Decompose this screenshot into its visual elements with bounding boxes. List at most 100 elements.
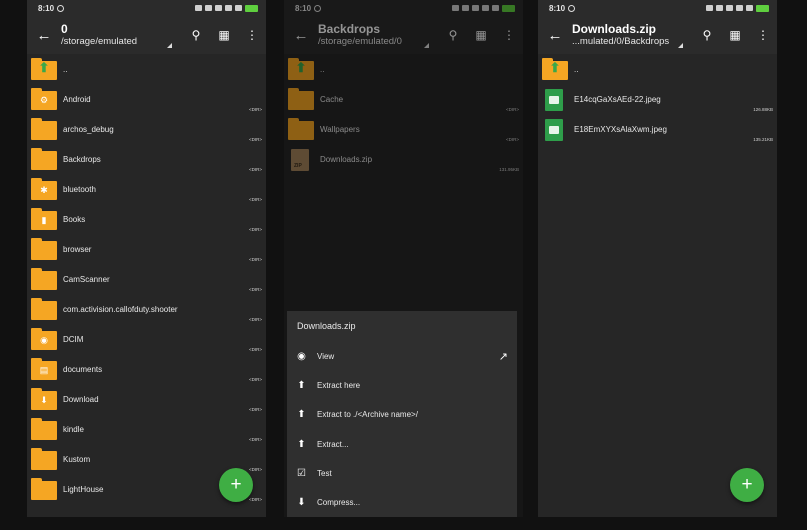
add-fab-button[interactable]: + (730, 468, 764, 502)
folder-row[interactable]: CamScanner <DIR> (27, 264, 266, 294)
back-arrow-icon[interactable]: ← (538, 27, 572, 44)
parent-folder-row[interactable]: ⬆ .. (284, 54, 523, 84)
folder-up-icon: ⬆ (31, 57, 57, 80)
bluetooth-status-icon (452, 5, 459, 11)
folder-row[interactable]: archos_debug <DIR> (27, 114, 266, 144)
upload-icon: ⬆ (297, 438, 306, 450)
notification-icon (57, 4, 65, 12)
zip-file-row[interactable]: ZIP Downloads.zip 131.95KB (284, 144, 523, 174)
dropdown-corner-icon (424, 43, 429, 48)
sheet-menu-item[interactable]: ☑ Test (287, 459, 517, 488)
image-file-row[interactable]: E18EmXYXsAlaXwm.jpeg 135.21KB (538, 114, 777, 144)
status-time: 8:10 (549, 3, 566, 13)
toolbar-path: ...mulated/0/Backdrops (572, 36, 670, 47)
folder-row[interactable]: Wallpapers <DIR> (284, 114, 523, 144)
folder-row[interactable]: ✱ bluetooth <DIR> (27, 174, 266, 204)
notification-icon (314, 4, 322, 12)
status-bar: 8:10 (284, 0, 523, 16)
toolbar: ← Downloads.zip ...mulated/0/Backdrops ⚲… (538, 16, 777, 54)
check-box-icon: ☑ (297, 467, 306, 479)
search-icon[interactable]: ⚲ (439, 28, 467, 42)
toolbar-title: Downloads.zip (572, 22, 656, 36)
status-time: 8:10 (295, 3, 312, 13)
file-meta: <DIR> (248, 317, 262, 322)
folder-row[interactable]: kindle <DIR> (27, 414, 266, 444)
folder-badge-icon: ▤ (39, 364, 49, 375)
file-meta: <DIR> (248, 257, 262, 262)
folder-badge-icon: ✱ (40, 184, 48, 195)
folder-row[interactable]: ⚙ Android <DIR> (27, 84, 266, 114)
folder-icon: ◉ (31, 327, 57, 350)
folder-row[interactable]: ◉ DCIM <DIR> (27, 324, 266, 354)
file-meta: <DIR> (248, 407, 262, 412)
folder-row[interactable]: Backdrops <DIR> (27, 144, 266, 174)
back-arrow-icon[interactable]: ← (284, 27, 318, 44)
more-options-icon[interactable]: ⋮ (238, 28, 266, 42)
archive-contents-panel-root: 8:10 ← Downloads.zip ...mulated/0/Backdr… (538, 0, 777, 517)
sheet-menu-item[interactable]: ⬆ Extract to ./<Archive name>/ (287, 400, 517, 429)
file-name: kindle (63, 424, 84, 434)
sheet-menu-item[interactable]: ⬆ Extract... (287, 430, 517, 459)
image-file-row[interactable]: E14cqGaXsAEd-22.jpeg 126.88KB (538, 84, 777, 114)
back-arrow-icon[interactable]: ← (27, 27, 61, 44)
file-name: E18EmXYXsAlaXwm.jpeg (574, 124, 667, 134)
folder-row[interactable]: Cache <DIR> (284, 84, 523, 114)
dropdown-corner-icon (167, 43, 172, 48)
file-meta: 126.88KB (753, 107, 773, 112)
folder-icon (31, 147, 57, 170)
battery-icon (502, 4, 515, 12)
folder-icon (31, 477, 57, 500)
sheet-item-label: Extract... (317, 439, 349, 449)
file-name: bluetooth (63, 184, 96, 194)
folder-icon (31, 297, 57, 320)
file-meta: <DIR> (248, 107, 262, 112)
signal-icon (482, 5, 489, 11)
folder-badge-icon: ◉ (40, 334, 48, 345)
image-file-icon (542, 118, 568, 141)
file-meta: <DIR> (505, 137, 519, 142)
folder-row[interactable]: com.activision.callofduty.shooter <DIR> (27, 294, 266, 324)
search-icon[interactable]: ⚲ (693, 28, 721, 42)
sheet-menu-item[interactable]: ⬆ Extract here (287, 371, 517, 400)
zip-icon-label: ZIP (294, 162, 302, 169)
sheet-item-label: Compress... (317, 498, 361, 508)
parent-folder-row[interactable]: ⬆ .. (538, 54, 777, 84)
parent-folder-row[interactable]: ⬆ .. (27, 54, 266, 84)
path-selector[interactable]: 0 /storage/emulated (61, 22, 182, 48)
signal-icon (492, 5, 499, 11)
alarm-status-icon (215, 5, 222, 11)
add-fab-button[interactable]: + (219, 468, 253, 502)
eye-icon: ◉ (297, 351, 306, 363)
folder-up-icon: ⬆ (542, 57, 568, 80)
grid-view-icon[interactable]: ▦ (721, 28, 749, 42)
file-name: LightHouse (63, 484, 104, 494)
sheet-menu-item[interactable]: ⬇ Compress... (287, 488, 517, 517)
file-meta: 131.95KB (499, 167, 519, 172)
folder-row[interactable]: browser <DIR> (27, 234, 266, 264)
open-external-icon[interactable]: ↗ (499, 350, 508, 363)
file-name: Backdrops (63, 154, 101, 164)
folder-row[interactable]: ▤ documents <DIR> (27, 354, 266, 384)
file-meta: <DIR> (248, 137, 262, 142)
sheet-menu-item[interactable]: ◉ View ↗ (287, 342, 517, 371)
status-icons (195, 4, 258, 12)
file-name: CamScanner (63, 274, 110, 284)
folder-icon (288, 87, 314, 110)
folder-icon: ⚙ (31, 87, 57, 110)
status-time: 8:10 (38, 3, 55, 13)
search-icon[interactable]: ⚲ (182, 28, 210, 42)
path-selector[interactable]: Downloads.zip ...mulated/0/Backdrops (572, 22, 693, 48)
parent-folder-label: .. (320, 64, 325, 74)
grid-view-icon[interactable]: ▦ (467, 28, 495, 42)
more-options-icon[interactable]: ⋮ (749, 28, 777, 42)
vibrate-status-icon (716, 5, 723, 11)
folder-row[interactable]: ▮ Books <DIR> (27, 204, 266, 234)
folder-icon (31, 267, 57, 290)
path-selector[interactable]: Backdrops /storage/emulated/0 (318, 22, 439, 48)
sheet-item-label: Test (317, 468, 332, 478)
folder-row[interactable]: ⬇ Download <DIR> (27, 384, 266, 414)
grid-view-icon[interactable]: ▦ (210, 28, 238, 42)
file-name: Android (63, 94, 91, 104)
more-options-icon[interactable]: ⋮ (495, 28, 523, 42)
folder-icon: ▤ (31, 357, 57, 380)
